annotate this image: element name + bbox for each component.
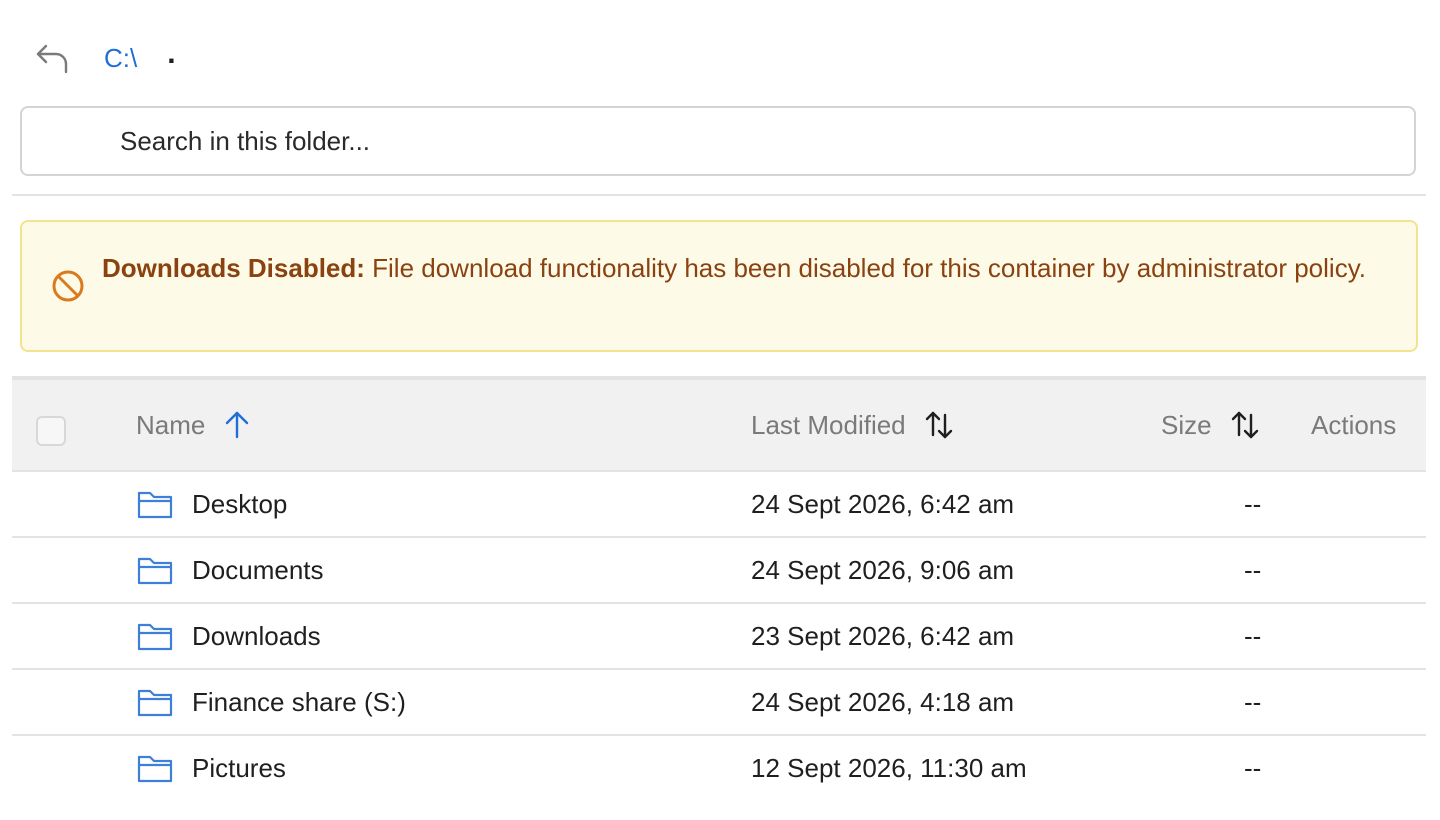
size-cell: -- xyxy=(1244,488,1262,519)
size-cell: -- xyxy=(1244,620,1262,651)
downloads-disabled-alert: Downloads Disabled: File download functi… xyxy=(20,220,1418,352)
file-name[interactable]: Downloads xyxy=(192,621,321,652)
column-actions-label: Actions xyxy=(1311,409,1397,440)
search-box xyxy=(20,106,1416,176)
size-cell: -- xyxy=(1244,686,1262,717)
alert-message: File download functionality has been dis… xyxy=(364,253,1366,283)
table-row[interactable]: Finance share (S:) 24 Sept 2026, 4:18 am… xyxy=(12,670,1426,736)
column-header-last-modified[interactable]: Last Modified xyxy=(751,380,954,470)
file-name[interactable]: Finance share (S:) xyxy=(192,687,406,718)
last-modified-cell: 12 Sept 2026, 11:30 am xyxy=(751,752,1027,783)
column-header-actions: Actions xyxy=(1311,380,1396,470)
breadcrumb: C:\ . xyxy=(32,36,176,80)
search-input[interactable] xyxy=(118,124,1322,158)
file-name-cell: Desktop xyxy=(136,472,287,536)
select-all-checkbox[interactable] xyxy=(36,416,66,446)
table-row[interactable]: Pictures 12 Sept 2026, 11:30 am -- xyxy=(12,736,1426,802)
column-header-size[interactable]: Size xyxy=(1161,380,1260,470)
folder-icon xyxy=(136,554,174,586)
column-header-name[interactable]: Name xyxy=(136,380,251,470)
column-last-modified-label: Last Modified xyxy=(751,409,906,440)
alert-title: Downloads Disabled: xyxy=(102,253,365,283)
file-name[interactable]: Desktop xyxy=(192,489,287,520)
file-name-cell: Pictures xyxy=(136,736,286,800)
undo-arrow-icon xyxy=(36,44,68,74)
breadcrumb-root[interactable]: C:\ xyxy=(104,43,137,74)
folder-icon xyxy=(136,620,174,652)
sort-toggle-icon[interactable] xyxy=(924,409,954,441)
folder-icon xyxy=(136,488,174,520)
last-modified-cell: 24 Sept 2026, 4:18 am xyxy=(751,686,1015,717)
size-cell: -- xyxy=(1244,554,1262,585)
prohibited-icon xyxy=(50,268,86,309)
size-cell: -- xyxy=(1244,752,1262,783)
sort-ascending-icon[interactable] xyxy=(223,409,251,441)
table-header: Name Last Modified Size Actions xyxy=(12,376,1426,472)
folder-icon xyxy=(136,752,174,784)
table-row[interactable]: Desktop 24 Sept 2026, 6:42 am -- xyxy=(12,472,1426,538)
file-table: Name Last Modified Size Actions Desktop … xyxy=(12,376,1426,802)
last-modified-cell: 24 Sept 2026, 6:42 am xyxy=(751,488,1015,519)
last-modified-cell: 24 Sept 2026, 9:06 am xyxy=(751,554,1015,585)
last-modified-cell: 23 Sept 2026, 6:42 am xyxy=(751,620,1015,651)
divider xyxy=(12,194,1426,196)
alert-text: Downloads Disabled: File download functi… xyxy=(102,248,1392,288)
file-name[interactable]: Pictures xyxy=(192,753,286,784)
file-name-cell: Finance share (S:) xyxy=(136,670,406,734)
file-name-cell: Downloads xyxy=(136,604,321,668)
back-button[interactable] xyxy=(32,38,72,78)
sort-toggle-icon[interactable] xyxy=(1230,409,1260,441)
table-row[interactable]: Documents 24 Sept 2026, 9:06 am -- xyxy=(12,538,1426,604)
column-name-label: Name xyxy=(136,409,206,440)
folder-icon xyxy=(136,686,174,718)
file-name-cell: Documents xyxy=(136,538,324,602)
table-row[interactable]: Downloads 23 Sept 2026, 6:42 am -- xyxy=(12,604,1426,670)
column-size-label: Size xyxy=(1161,409,1212,440)
file-name[interactable]: Documents xyxy=(192,555,324,586)
file-browser: C:\ . Downloads Disabled: File download … xyxy=(0,0,1440,820)
breadcrumb-current: . xyxy=(167,37,176,70)
